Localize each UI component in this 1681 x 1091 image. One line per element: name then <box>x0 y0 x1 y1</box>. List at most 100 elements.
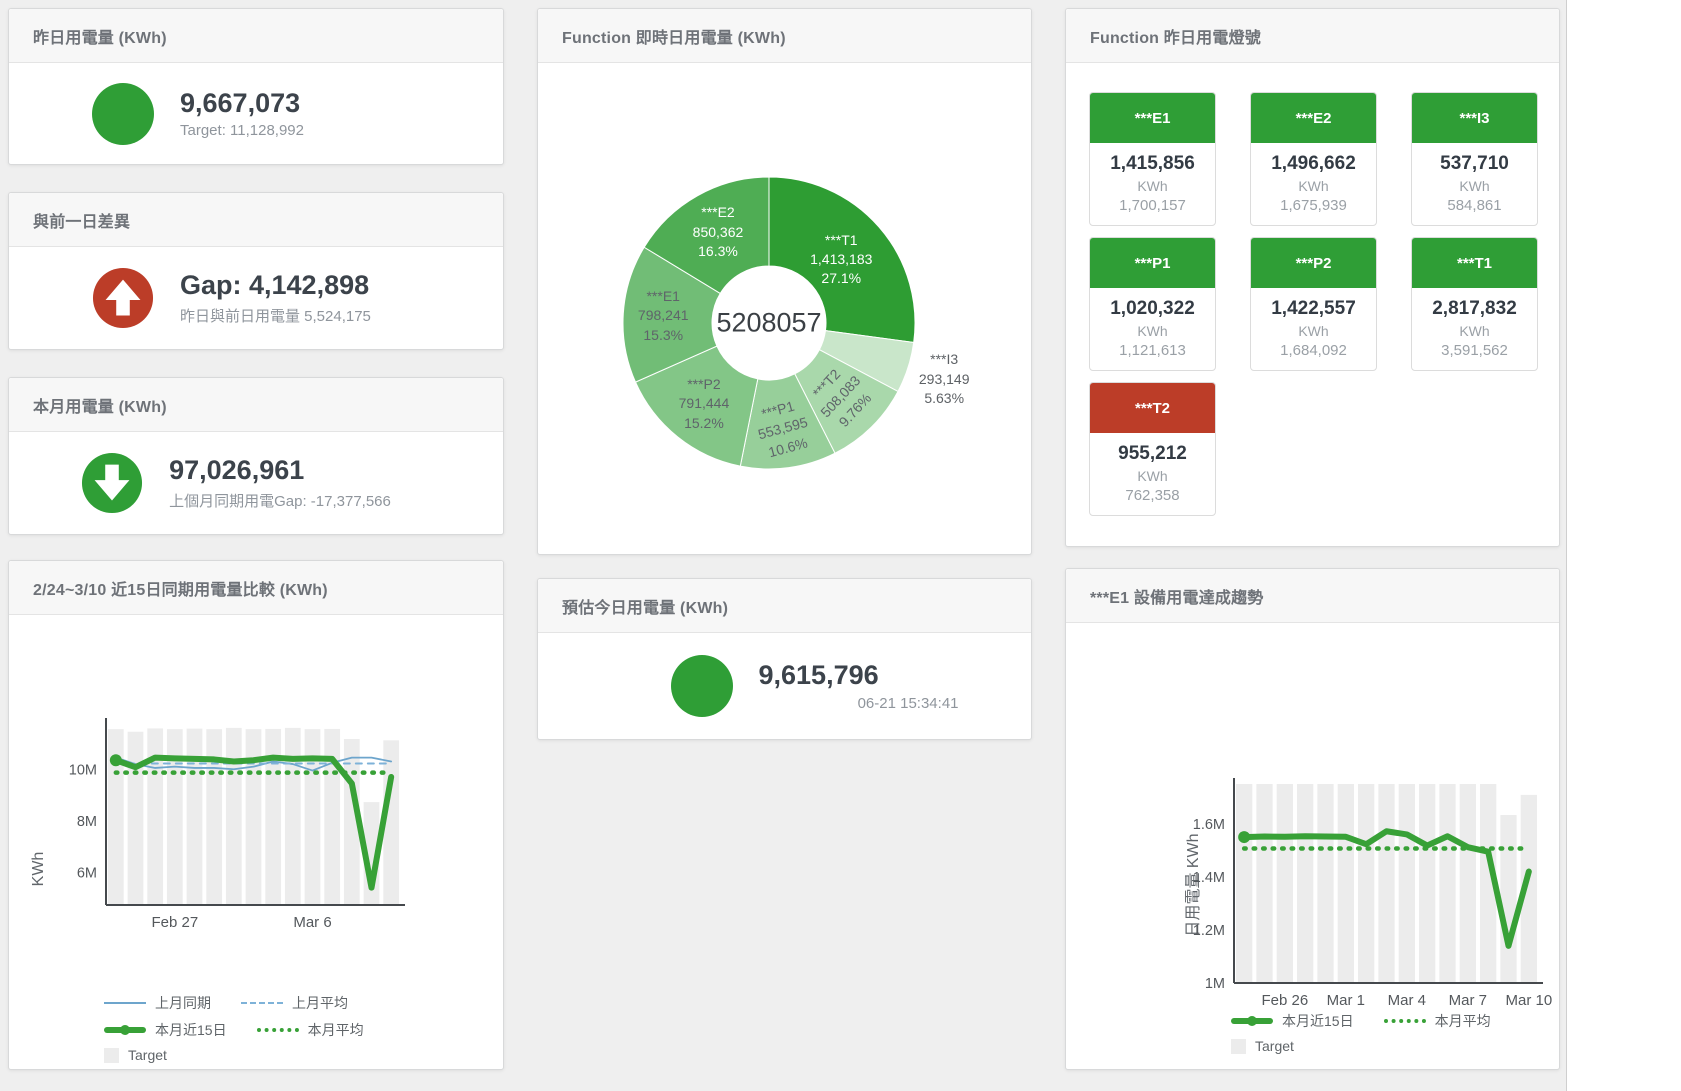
donut-center-total: 5208057 <box>716 308 821 339</box>
legend-label: 本月近15日 <box>155 1020 227 1040</box>
legend-label: 本月平均 <box>1435 1011 1491 1031</box>
tile-unit: KWh <box>1090 323 1215 339</box>
target-bar <box>1399 784 1415 983</box>
target-bar <box>1277 784 1293 983</box>
arrow-up-icon <box>92 267 154 329</box>
target-bar <box>128 732 144 905</box>
target-bar <box>1500 815 1516 983</box>
legend-item-blue-line[interactable]: 上月同期 <box>104 993 211 1013</box>
panel-title: ***E1 設備用電達成趨勢 <box>1090 584 1264 608</box>
tile-target: 762,358 <box>1090 487 1215 504</box>
legend-item-target[interactable]: Target <box>1231 1038 1294 1054</box>
target-bar <box>1378 784 1394 983</box>
legend-item-blue-dash[interactable]: 上月平均 <box>241 993 348 1013</box>
yesterday-usage-value: 9,667,073 <box>180 88 380 119</box>
x-tick-label: Feb 26 <box>1261 992 1308 1009</box>
x-tick-label: Mar 6 <box>293 914 331 931</box>
tile-name: ***E2 <box>1251 93 1376 143</box>
legend-swatch-target <box>104 1048 119 1063</box>
x-tick-label: Mar 10 <box>1505 992 1552 1009</box>
tile-value: 1,422,557 <box>1251 298 1376 320</box>
tile-target: 1,121,613 <box>1090 342 1215 359</box>
legend-swatch-blue-line <box>104 1002 146 1004</box>
legend-swatch-blue-dash <box>241 1002 283 1004</box>
tile-unit: KWh <box>1090 178 1215 194</box>
target-bar <box>1338 784 1354 983</box>
y-tick-label: 8M <box>77 814 97 830</box>
month-usage-value: 97,026,961 <box>169 455 391 486</box>
y-tick-label: 10M <box>69 762 97 778</box>
panel-title: 與前一日差異 <box>33 208 130 232</box>
tile-target: 584,861 <box>1412 197 1537 214</box>
status-circle-green <box>671 655 733 717</box>
x-tick-label: Mar 7 <box>1449 992 1487 1009</box>
tile-target: 1,700,157 <box>1090 197 1215 214</box>
legend-label: Target <box>128 1047 167 1063</box>
estimate-timestamp: 06-21 15:34:41 <box>759 695 959 712</box>
panel-15day-comparison-header[interactable]: 2/24~3/10 近15日同期用電量比較 (KWh) <box>9 561 503 615</box>
estimated-today-value: 9,615,796 <box>759 660 959 691</box>
target-bar <box>1317 784 1333 983</box>
yesterday-usage-target: Target: 11,128,992 <box>180 122 380 139</box>
panel-e1-trend-header[interactable]: ***E1 設備用電達成趨勢 <box>1066 569 1559 623</box>
donut-label-p2: ***P2791,44415.2% <box>679 375 730 433</box>
tile-value: 1,415,856 <box>1090 153 1215 175</box>
tile-value: 955,212 <box>1090 443 1215 465</box>
target-bar <box>324 729 340 905</box>
status-tile-grid: ***E11,415,856KWh1,700,157***E21,496,662… <box>1066 63 1559 516</box>
panel-yesterday-usage: 昨日用電量 (KWh) 9,667,073 Target: 11,128,992 <box>8 8 504 165</box>
y-tick-label: 1.4M <box>1193 870 1225 886</box>
tile-name: ***I3 <box>1412 93 1537 143</box>
panel-realtime-donut: Function 即時日用電量 (KWh) 5208057 ***T11,413… <box>537 8 1032 555</box>
panel-day-gap: 與前一日差異 Gap: 4,142,898 昨日與前日用電量 5,524,175 <box>8 192 504 350</box>
target-bar <box>187 729 203 905</box>
donut-label-t1: ***T11,413,18327.1% <box>810 231 872 289</box>
status-tile-p1: ***P1 1,020,322 KWh 1,121,613 <box>1089 237 1216 371</box>
panel-e1-trend: ***E1 設備用電達成趨勢 日用電量 KWh 1M1.2M1.4M1.6MFe… <box>1065 568 1560 1070</box>
legend-swatch-green-line <box>104 1027 146 1033</box>
y-tick-label: 1.6M <box>1193 817 1225 833</box>
panel-day-gap-header[interactable]: 與前一日差異 <box>9 193 503 247</box>
donut-label-e2: ***E2850,36216.3% <box>693 203 744 261</box>
target-bar <box>1358 784 1374 983</box>
target-bar <box>1256 784 1272 983</box>
x-tick-label: Mar 1 <box>1327 992 1365 1009</box>
comparison-chart-canvas[interactable]: 6M8M10MFeb 27Mar 6 <box>45 711 475 991</box>
y-tick-label: 6M <box>77 866 97 882</box>
tile-unit: KWh <box>1251 178 1376 194</box>
tile-name: ***P1 <box>1090 238 1215 288</box>
panel-month-usage: 本月用電量 (KWh) 97,026,961 上個月同期用電Gap: -17,3… <box>8 377 504 535</box>
panel-yesterday-usage-header[interactable]: 昨日用電量 (KWh) <box>9 9 503 63</box>
tile-value: 537,710 <box>1412 153 1537 175</box>
tile-value: 1,020,322 <box>1090 298 1215 320</box>
donut-label-e1: ***E1798,24115.3% <box>638 287 689 345</box>
target-bar <box>1419 784 1435 983</box>
legend-swatch-target <box>1231 1039 1246 1054</box>
panel-month-usage-header[interactable]: 本月用電量 (KWh) <box>9 378 503 432</box>
panel-status-lights-header[interactable]: Function 昨日用電燈號 <box>1066 9 1559 63</box>
legend-swatch-green-line <box>1231 1018 1273 1024</box>
legend-item-target[interactable]: Target <box>104 1047 167 1063</box>
legend-label: Target <box>1255 1038 1294 1054</box>
legend-item-green-dot[interactable]: 本月平均 <box>1384 1011 1491 1031</box>
target-bar <box>1297 784 1313 983</box>
y-tick-label: 1M <box>1205 976 1225 992</box>
panel-realtime-donut-header[interactable]: Function 即時日用電量 (KWh) <box>538 9 1031 63</box>
panel-title: 2/24~3/10 近15日同期用電量比較 (KWh) <box>33 576 328 600</box>
status-circle-green <box>92 83 154 145</box>
tile-unit: KWh <box>1251 323 1376 339</box>
panel-title: Function 昨日用電燈號 <box>1090 24 1261 48</box>
target-bar <box>1236 784 1252 983</box>
target-bar <box>206 729 222 905</box>
legend-item-green-dot[interactable]: 本月平均 <box>257 1020 364 1040</box>
status-tile-t1: ***T12,817,832KWh3,591,562 <box>1411 237 1538 371</box>
panel-estimated-today-header[interactable]: 預估今日用電量 (KWh) <box>538 579 1031 633</box>
legend-swatch-green-dot <box>257 1028 299 1032</box>
trend-chart-canvas[interactable]: 1M1.2M1.4M1.6MFeb 26Mar 1Mar 4Mar 7Mar 1… <box>1166 749 1559 1015</box>
legend-item-green-line[interactable]: 本月近15日 <box>1231 1011 1354 1031</box>
target-bar <box>1439 784 1455 983</box>
donut-label-i3: ***I3293,1495.63% <box>919 350 970 408</box>
tile-name: ***T1 <box>1412 238 1537 288</box>
legend-item-green-line[interactable]: 本月近15日 <box>104 1020 227 1040</box>
series-start-marker <box>110 754 122 766</box>
